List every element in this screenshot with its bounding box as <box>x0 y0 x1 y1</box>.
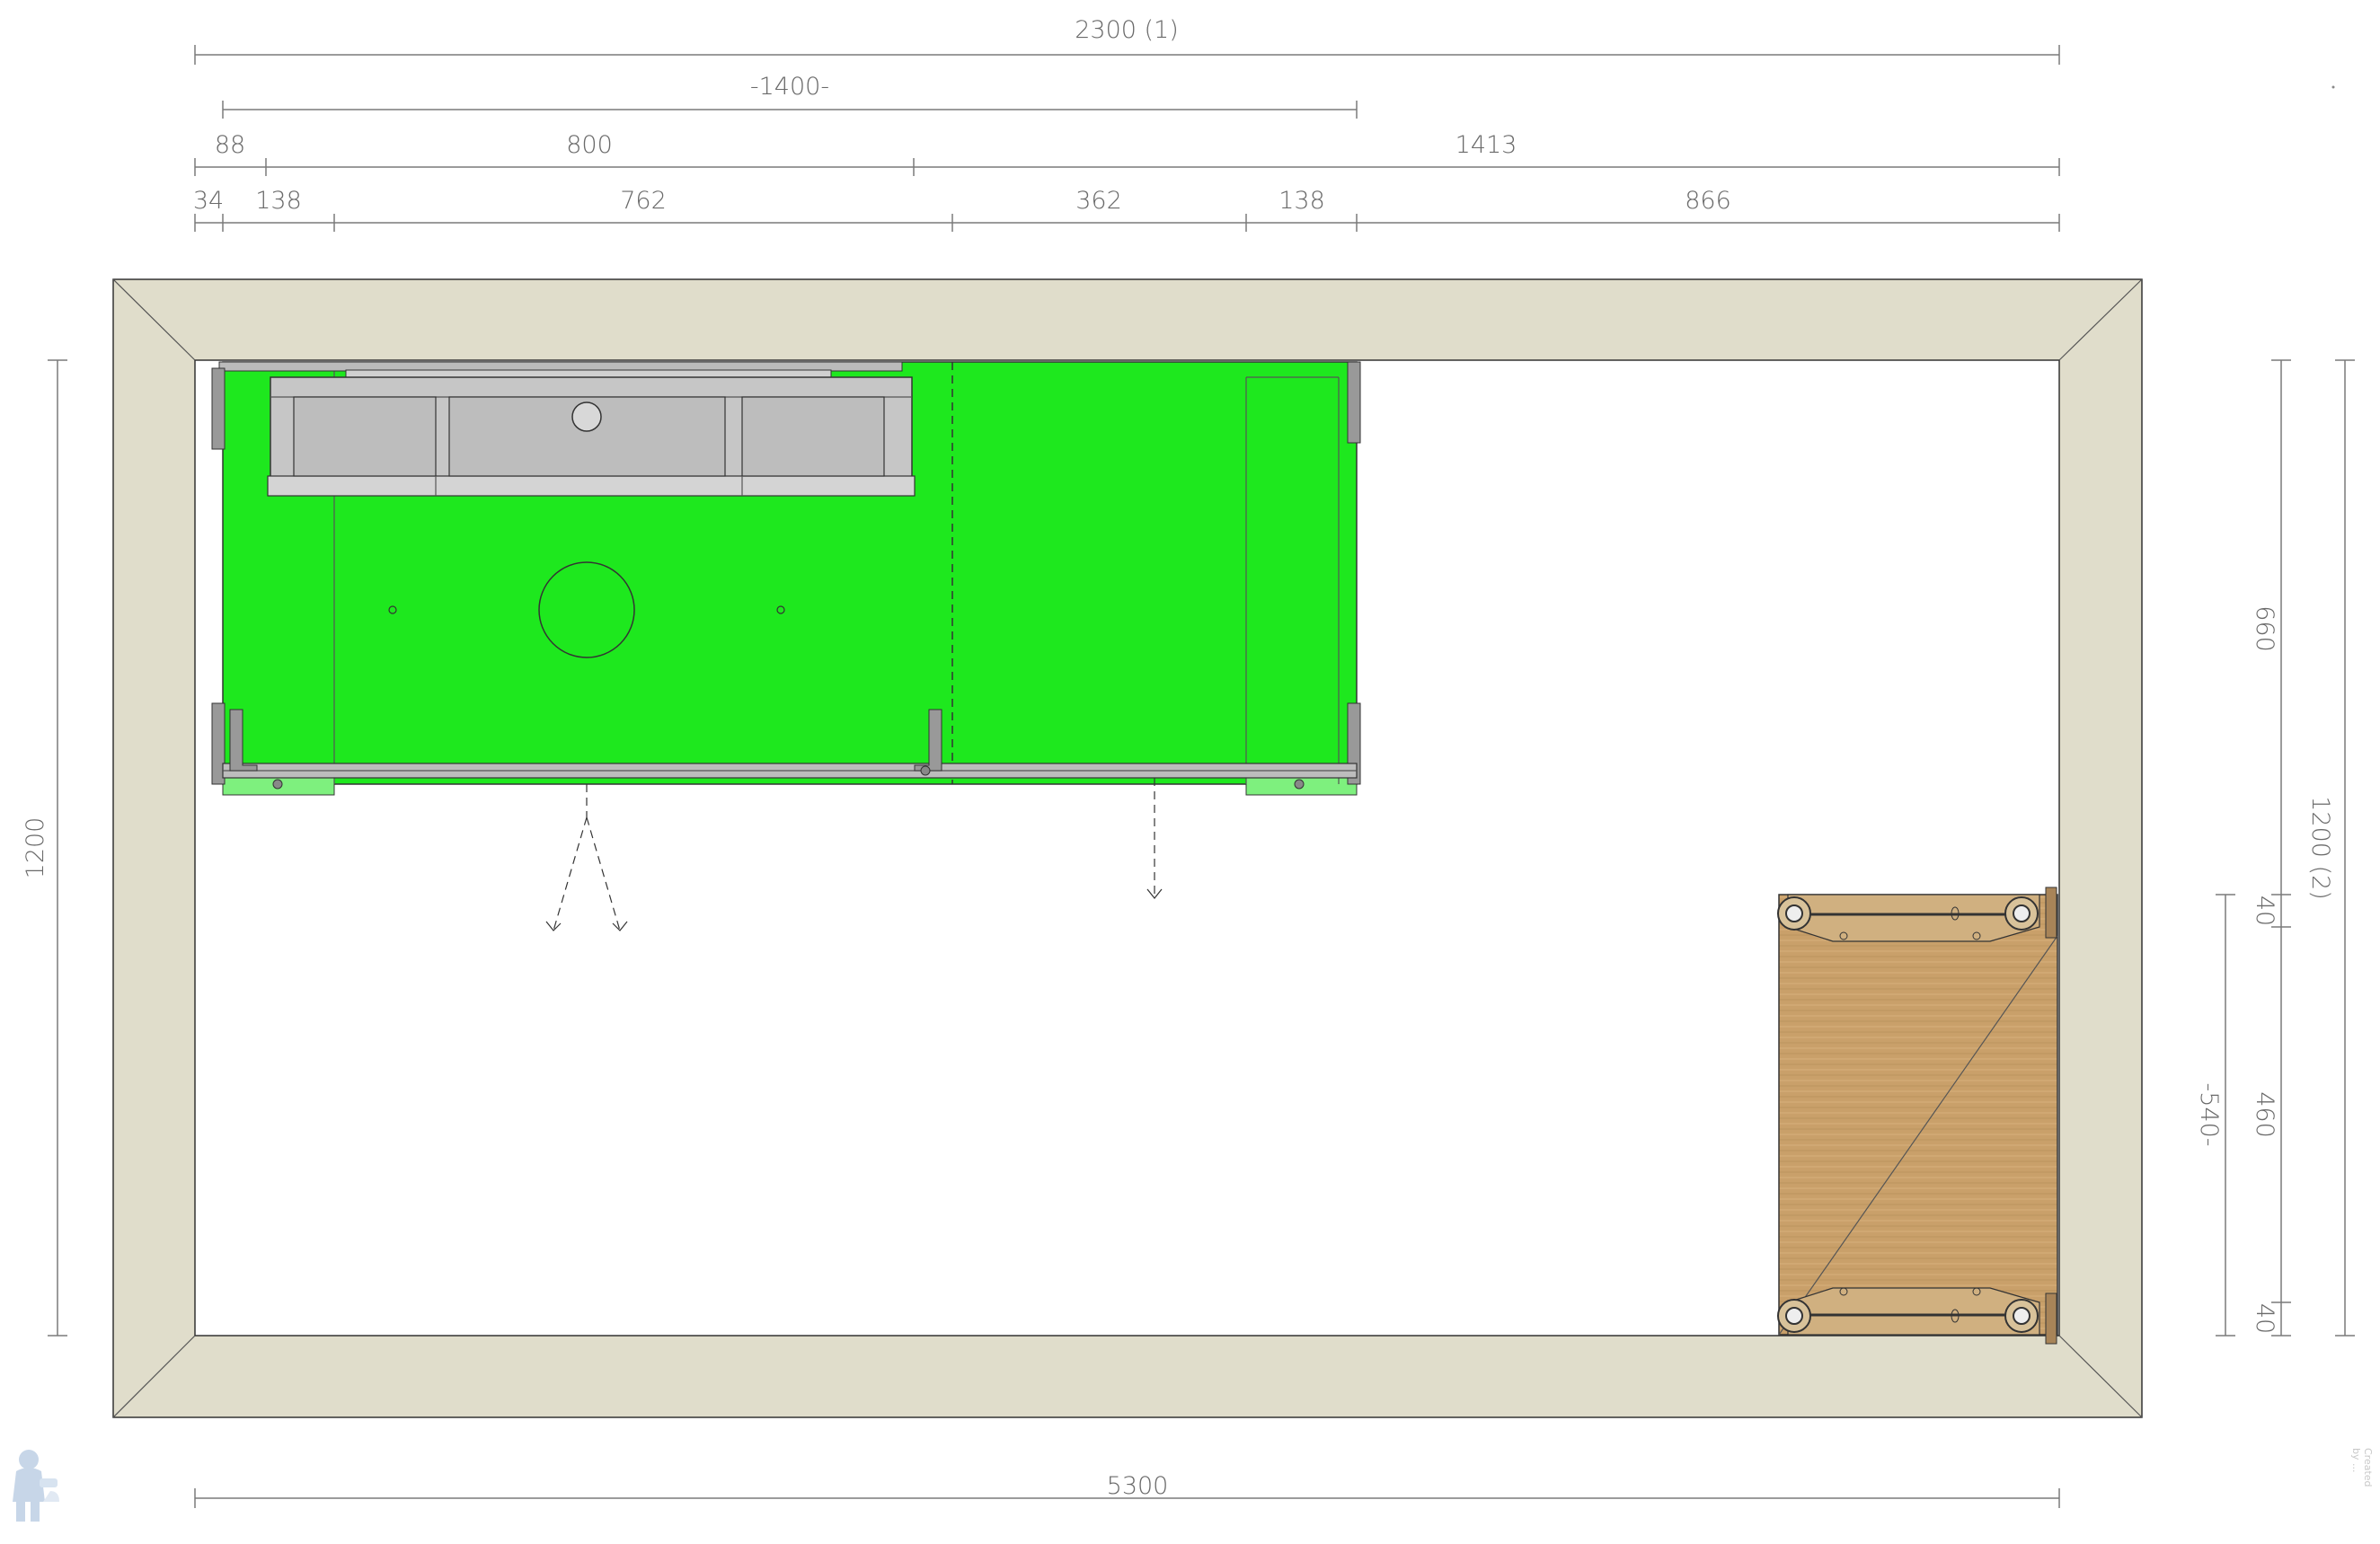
dimension-label: 866 <box>1685 187 1731 215</box>
dimension-label: 34 <box>193 187 224 215</box>
floor-plan-diagram: 2300 (1) -1400- 88 800 1413 34 138 762 3… <box>13 16 2355 1522</box>
dimension-label: 762 <box>620 187 667 215</box>
dimension-label-span: -540- <box>2195 1082 2223 1146</box>
door-swing-indicators <box>545 778 1163 931</box>
dimension-label-height: 1200 <box>22 817 49 879</box>
dimension-label-span: -1400- <box>750 73 829 101</box>
wood-cabinet <box>1777 887 2058 1345</box>
dimension-label: 88 <box>215 131 245 159</box>
dimension-label: 138 <box>1278 187 1325 215</box>
faucet-hole <box>571 401 602 432</box>
dimension-label: 138 <box>255 187 302 215</box>
plumber-logo-icon <box>13 1450 59 1522</box>
right-dimensions: 1200 (2) 660 40 460 40 -540- <box>2195 359 2355 1337</box>
dimension-label-bottom-width: 5300 <box>1107 1472 1169 1500</box>
dimension-label: 40 <box>2251 1303 2278 1334</box>
bottom-dimension: 5300 <box>194 1472 2060 1508</box>
left-dimension: 1200 <box>22 359 67 1337</box>
dimension-label: 660 <box>2251 605 2278 652</box>
dimension-label-total-width: 2300 (1) <box>1075 16 1179 44</box>
sink-basin <box>267 376 916 497</box>
dimension-label: 1413 <box>1455 131 1517 159</box>
dimension-label: 460 <box>2251 1091 2278 1138</box>
dimension-label: 800 <box>566 131 613 159</box>
dimension-label: 362 <box>1075 187 1122 215</box>
watermark-side-text: Created by ... <box>2350 1448 2374 1487</box>
top-dimension-lines: 2300 (1) -1400- 88 800 1413 34 138 762 3… <box>193 16 2060 232</box>
dimension-label-total-height: 1200 (2) <box>2306 796 2334 900</box>
marker-dot <box>2331 85 2335 89</box>
dimension-label: 40 <box>2251 896 2278 926</box>
